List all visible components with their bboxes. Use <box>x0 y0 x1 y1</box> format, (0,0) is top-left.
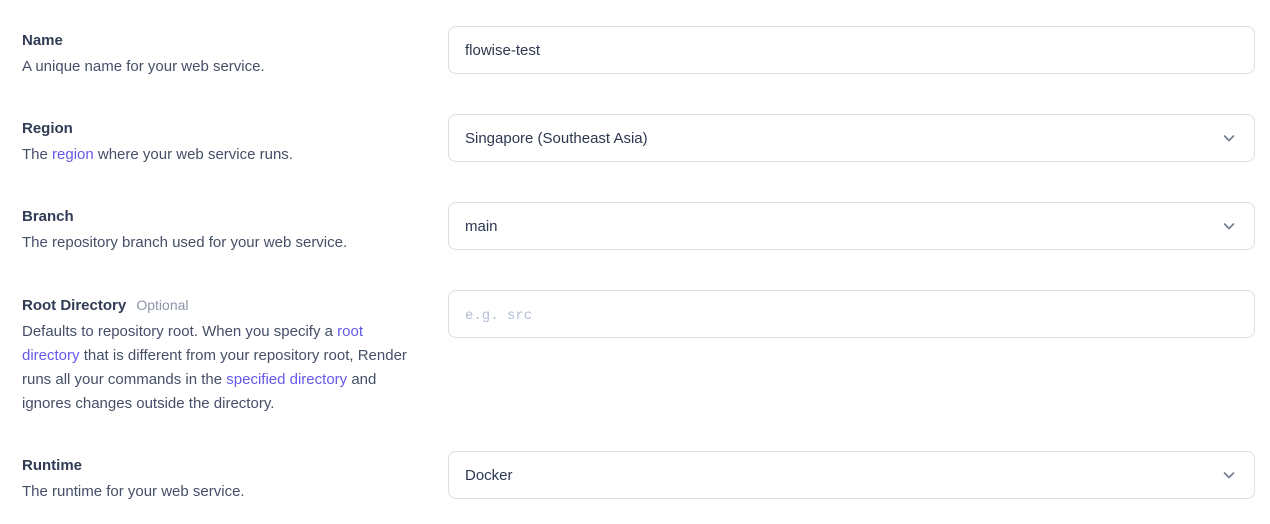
field-info-root-directory: Root Directory Optional Defaults to repo… <box>22 290 448 416</box>
field-info-region: Region The region where your web service… <box>22 114 448 167</box>
field-description-runtime: The runtime for your web service. <box>22 480 414 504</box>
runtime-select[interactable]: Docker <box>448 451 1255 499</box>
field-info-branch: Branch The repository branch used for yo… <box>22 202 448 255</box>
name-input[interactable] <box>449 27 1254 73</box>
runtime-select-value: Docker <box>449 467 529 484</box>
field-label-region: Region <box>22 120 73 137</box>
chevron-down-icon <box>1222 131 1236 145</box>
field-label-runtime: Runtime <box>22 457 82 474</box>
field-label-root-directory: Root Directory <box>22 297 126 314</box>
field-label-branch: Branch <box>22 208 74 225</box>
region-select-value: Singapore (Southeast Asia) <box>449 130 664 147</box>
field-description-name: A unique name for your web service. <box>22 55 414 79</box>
field-label-name: Name <box>22 32 63 49</box>
form-row-region: Region The region where your web service… <box>22 114 1255 202</box>
form-row-name: Name A unique name for your web service. <box>22 26 1255 114</box>
description-link[interactable]: region <box>52 146 94 163</box>
form-row-branch: Branch The repository branch used for yo… <box>22 202 1255 290</box>
branch-select[interactable]: main <box>448 202 1255 250</box>
form-row-root-directory: Root Directory Optional Defaults to repo… <box>22 290 1255 451</box>
field-description-branch: The repository branch used for your web … <box>22 231 414 255</box>
field-info-runtime: Runtime The runtime for your web service… <box>22 451 448 504</box>
root-directory-input[interactable] <box>449 291 1254 337</box>
name-input-wrapper <box>448 26 1255 74</box>
field-description-region: The region where your web service runs. <box>22 143 414 167</box>
region-select[interactable]: Singapore (Southeast Asia) <box>448 114 1255 162</box>
optional-badge: Optional <box>136 297 188 313</box>
field-info-name: Name A unique name for your web service. <box>22 26 448 79</box>
chevron-down-icon <box>1222 468 1236 482</box>
form-row-runtime: Runtime The runtime for your web service… <box>22 451 1255 524</box>
field-description-root-directory: Defaults to repository root. When you sp… <box>22 320 414 416</box>
chevron-down-icon <box>1222 219 1236 233</box>
root-directory-input-wrapper <box>448 290 1255 338</box>
branch-select-value: main <box>449 218 514 235</box>
web-service-settings-form: Name A unique name for your web service.… <box>22 26 1255 524</box>
description-link[interactable]: specified directory <box>226 371 347 388</box>
